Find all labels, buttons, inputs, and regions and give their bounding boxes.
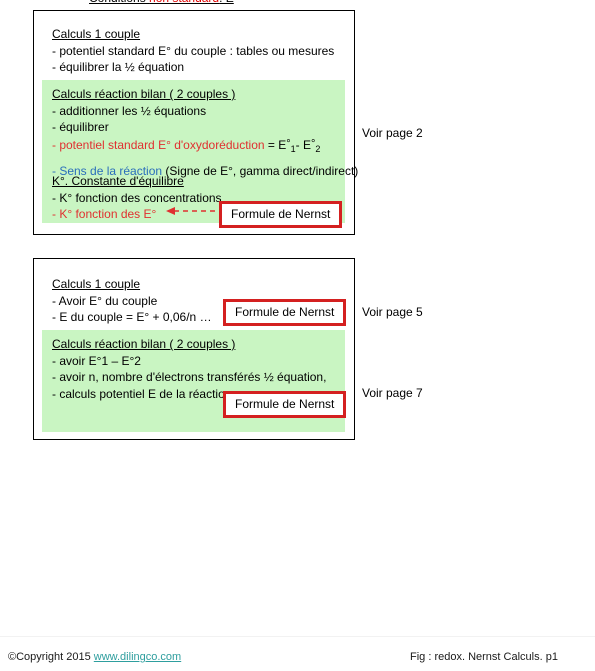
standard-section1-line-1: - potentiel standard E° du couple : tabl… [52, 43, 335, 58]
legend-nonstandard-post: . E [219, 0, 234, 5]
formule-de-nernst-callout-1[interactable]: Formule de Nernst [219, 201, 343, 228]
formule-de-nernst-callout-3[interactable]: Formule de Nernst [223, 391, 347, 418]
side-note-voir-page-2: Voir page 2 [362, 126, 423, 140]
page-footer: ©Copyright 2015 www.dilingco.com Fig : r… [0, 650, 595, 671]
nonstandard-section2-line-2: - avoir n, nombre d'électrons transférés… [52, 370, 327, 384]
standard-section3-title: K°. Constante d'équilibre [52, 174, 184, 188]
nonstandard-section1-title: Calculs 1 couple [52, 277, 141, 291]
nonstandard-section1-line-2: - E du couple = E° + 0,06/n … [52, 310, 212, 324]
formule-de-nernst-callout-2[interactable]: Formule de Nernst [223, 299, 347, 326]
copyright-text: Copyright 2015 [16, 651, 91, 663]
nonstandard-section2-title: Calculs réaction bilan ( 2 couples ) [52, 337, 236, 351]
standard-section-reaction-bilan: Calculs réaction bilan ( 2 couples ) - a… [52, 86, 358, 180]
copyright-icon: © [8, 651, 17, 663]
legend-nonstandard-pre: Conditions [89, 0, 149, 5]
standard-section1-line-2: - équilibrer la ½ équation [52, 60, 185, 74]
legend-nonstandard-red: non standard [149, 0, 219, 5]
side-note-voir-page-5: Voir page 5 [362, 305, 423, 319]
nonstandard-section-calculs-1-couple: Calculs 1 couple - Avoir E° du couple - … [52, 276, 212, 326]
website-link[interactable]: www.dilingco.com [94, 651, 181, 663]
conditions-non-standard-legend: Conditions non standard. E [83, 0, 240, 5]
footer-divider [0, 636, 595, 637]
standard-section2-line-1: - additionner les ½ équations [52, 103, 207, 118]
dashed-arrow-icon [166, 207, 222, 215]
standard-section-calculs-1-couple: Calculs 1 couple - potentiel standard E°… [52, 26, 334, 76]
standard-section2-line-3: - potentiel standard E° d'oxydoréduction… [52, 136, 358, 158]
nonstandard-section1-line-1: - Avoir E° du couple [52, 293, 158, 308]
standard-section1-title: Calculs 1 couple [52, 27, 141, 41]
standard-section2-line-2: - équilibrer [52, 120, 109, 134]
standard-section2-subscript-2: 2 [315, 143, 321, 154]
nonstandard-section2-line-1: - avoir E°1 – E°2 [52, 353, 141, 368]
standard-section2-title: Calculs réaction bilan ( 2 couples ) [52, 87, 236, 101]
standard-section2-minus: - E [295, 137, 312, 152]
copyright-notice: ©Copyright 2015 www.dilingco.com [8, 650, 181, 664]
standard-section2-line-3-red: - potentiel standard E° d'oxydoréduction [52, 137, 265, 152]
side-note-voir-page-7: Voir page 7 [362, 386, 423, 400]
standard-section2-line-3-eq: = E [264, 137, 287, 152]
figure-caption: Fig : redox. Nernst Calculs. p1 [410, 651, 558, 663]
